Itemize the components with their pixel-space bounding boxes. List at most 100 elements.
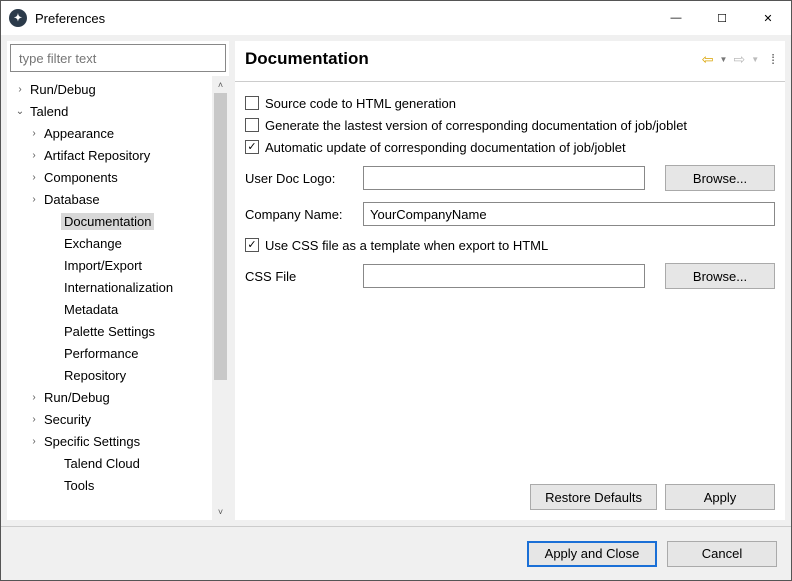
tree-item[interactable]: ›Palette Settings — [7, 320, 229, 342]
tree-item[interactable]: ⌄Talend — [7, 100, 229, 122]
chevron-right-icon[interactable]: › — [13, 84, 27, 95]
tree-item[interactable]: ›Security — [7, 408, 229, 430]
scroll-down-button[interactable]: ˅ — [212, 503, 229, 520]
titlebar: ✦ Preferences — ☐ ✕ — [1, 1, 791, 35]
main-panel: Documentation ⇦ ▼ ⇨ ▼ ⁞ Source code to H… — [235, 41, 785, 520]
scroll-track[interactable] — [212, 93, 229, 503]
chevron-right-icon[interactable]: › — [27, 414, 41, 425]
cancel-button[interactable]: Cancel — [667, 541, 777, 567]
browse-css-button[interactable]: Browse... — [665, 263, 775, 289]
tree-item[interactable]: ›Specific Settings — [7, 430, 229, 452]
tree-item-label: Exchange — [61, 235, 125, 252]
tree-item[interactable]: ›Artifact Repository — [7, 144, 229, 166]
checkbox-icon[interactable]: ✓ — [245, 238, 259, 252]
tree-item-label: Artifact Repository — [41, 147, 153, 164]
close-button[interactable]: ✕ — [745, 1, 791, 35]
tree-item-label: Appearance — [41, 125, 117, 142]
back-dropdown-icon[interactable]: ▼ — [720, 55, 728, 64]
tree-scrollbar[interactable]: ˄ ˅ — [212, 76, 229, 520]
apply-button[interactable]: Apply — [665, 484, 775, 510]
tree-item[interactable]: ›Metadata — [7, 298, 229, 320]
tree-item[interactable]: ›Run/Debug — [7, 78, 229, 100]
tree-wrap: ›Run/Debug⌄Talend›Appearance›Artifact Re… — [7, 76, 229, 520]
content: ›Run/Debug⌄Talend›Appearance›Artifact Re… — [1, 35, 791, 526]
tree-item[interactable]: ›Import/Export — [7, 254, 229, 276]
scroll-thumb[interactable] — [214, 93, 227, 380]
forward-icon[interactable]: ⇨ — [733, 51, 745, 68]
checkbox-label: Generate the lastest version of correspo… — [265, 118, 687, 133]
chevron-right-icon[interactable]: › — [27, 436, 41, 447]
tree-item[interactable]: ›Tools — [7, 474, 229, 496]
field-label: CSS File — [245, 269, 357, 284]
scroll-up-button[interactable]: ˄ — [212, 76, 229, 93]
company-name-input[interactable] — [363, 202, 775, 226]
app-icon: ✦ — [9, 9, 27, 27]
restore-defaults-button[interactable]: Restore Defaults — [530, 484, 657, 510]
checkbox-source-html[interactable]: Source code to HTML generation — [245, 92, 775, 114]
tree-item[interactable]: ›Repository — [7, 364, 229, 386]
minimize-button[interactable]: — — [653, 1, 699, 35]
tree-item-label: Tools — [61, 477, 97, 494]
checkbox-auto-update[interactable]: ✓ Automatic update of corresponding docu… — [245, 136, 775, 158]
chevron-right-icon[interactable]: › — [27, 194, 41, 205]
chevron-down-icon[interactable]: ⌄ — [13, 106, 27, 117]
tree-item-label: Talend Cloud — [61, 455, 143, 472]
field-label: Company Name: — [245, 207, 357, 222]
forward-dropdown-icon[interactable]: ▼ — [751, 55, 759, 64]
tree-item-label: Performance — [61, 345, 141, 362]
window-buttons: — ☐ ✕ — [653, 1, 791, 35]
row-css-file: CSS File Browse... — [245, 260, 775, 292]
row-company-name: Company Name: — [245, 198, 775, 230]
tree-item[interactable]: ›Documentation — [7, 210, 229, 232]
tree-item-label: Metadata — [61, 301, 121, 318]
tree-item-label: Internationalization — [61, 279, 176, 296]
tree-item[interactable]: ›Components — [7, 166, 229, 188]
maximize-button[interactable]: ☐ — [699, 1, 745, 35]
tree-item[interactable]: ›Appearance — [7, 122, 229, 144]
browse-logo-button[interactable]: Browse... — [665, 165, 775, 191]
tree-item-label: Repository — [61, 367, 129, 384]
checkbox-generate-latest[interactable]: Generate the lastest version of correspo… — [245, 114, 775, 136]
field-label: User Doc Logo: — [245, 171, 357, 186]
back-icon[interactable]: ⇦ — [702, 51, 714, 68]
tree-item-label: Database — [41, 191, 103, 208]
checkbox-use-css[interactable]: ✓ Use CSS file as a template when export… — [245, 234, 775, 256]
tree-item[interactable]: ›Exchange — [7, 232, 229, 254]
menu-icon[interactable]: ⁞ — [771, 51, 775, 67]
tree-item-label: Run/Debug — [27, 81, 99, 98]
chevron-right-icon[interactable]: › — [27, 392, 41, 403]
checkbox-label: Use CSS file as a template when export t… — [265, 238, 548, 253]
tree-item[interactable]: ›Run/Debug — [7, 386, 229, 408]
checkbox-label: Automatic update of corresponding docume… — [265, 140, 626, 155]
dialog-footer: Apply and Close Cancel — [1, 526, 791, 580]
page-actions: Restore Defaults Apply — [235, 476, 785, 520]
page-title: Documentation — [245, 49, 702, 69]
tree-item[interactable]: ›Talend Cloud — [7, 452, 229, 474]
apply-and-close-button[interactable]: Apply and Close — [527, 541, 657, 567]
checkbox-icon[interactable] — [245, 118, 259, 132]
checkbox-icon[interactable]: ✓ — [245, 140, 259, 154]
row-user-doc-logo: User Doc Logo: Browse... — [245, 162, 775, 194]
chevron-right-icon[interactable]: › — [27, 128, 41, 139]
main-body: Source code to HTML generation Generate … — [235, 82, 785, 476]
user-doc-logo-input[interactable] — [363, 166, 645, 190]
filter-input[interactable] — [10, 44, 226, 72]
tree-item-label: Security — [41, 411, 94, 428]
checkbox-icon[interactable] — [245, 96, 259, 110]
sidebar: ›Run/Debug⌄Talend›Appearance›Artifact Re… — [7, 41, 229, 520]
chevron-right-icon[interactable]: › — [27, 150, 41, 161]
tree-item[interactable]: ›Database — [7, 188, 229, 210]
main-header: Documentation ⇦ ▼ ⇨ ▼ ⁞ — [235, 41, 785, 82]
tree-item[interactable]: ›Internationalization — [7, 276, 229, 298]
tree-item-label: Talend — [27, 103, 71, 120]
window-title: Preferences — [35, 11, 653, 26]
tree-item-label: Components — [41, 169, 121, 186]
preference-tree[interactable]: ›Run/Debug⌄Talend›Appearance›Artifact Re… — [7, 76, 229, 520]
tree-item-label: Documentation — [61, 213, 154, 230]
chevron-right-icon[interactable]: › — [27, 172, 41, 183]
checkbox-label: Source code to HTML generation — [265, 96, 456, 111]
tree-item-label: Run/Debug — [41, 389, 113, 406]
css-file-input[interactable] — [363, 264, 645, 288]
tree-item[interactable]: ›Performance — [7, 342, 229, 364]
tree-item-label: Import/Export — [61, 257, 145, 274]
